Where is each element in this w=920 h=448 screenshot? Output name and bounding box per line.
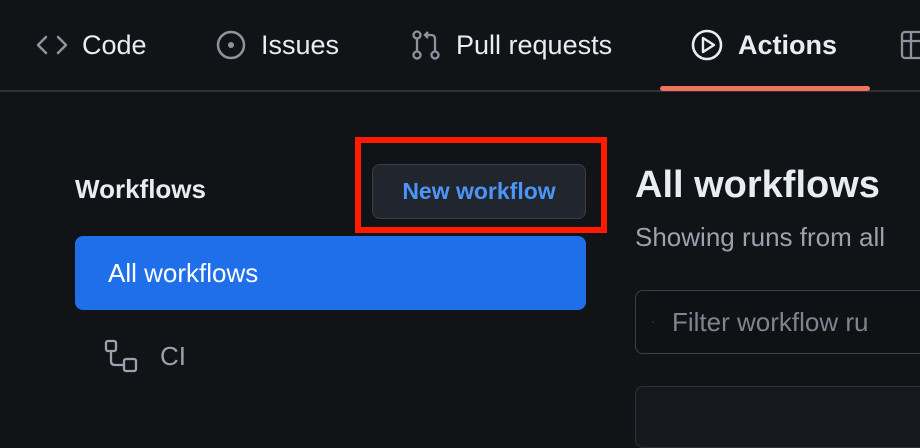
issue-icon (216, 30, 246, 60)
page-subtitle: Showing runs from all (635, 222, 885, 252)
pull-request-icon (412, 30, 440, 60)
tab-label: Issues (261, 29, 340, 60)
page-title: All workflows (635, 164, 880, 206)
sidebar-item-label: CI (160, 340, 186, 371)
tab-projects[interactable] (900, 0, 920, 90)
play-icon (691, 29, 723, 61)
tab-issues[interactable]: Issues (215, 0, 339, 90)
tab-label: Pull requests (456, 29, 613, 60)
filter-input[interactable] (670, 305, 920, 339)
workflow-icon (104, 339, 138, 373)
workflows-heading: Workflows (75, 174, 206, 204)
tab-code[interactable]: Code (36, 0, 147, 90)
search-icon (652, 321, 654, 323)
sidebar-item-label: All workflows (108, 257, 259, 288)
workflow-runs-panel (635, 386, 920, 448)
selected-tab-underline (660, 86, 870, 91)
sidebar-item-all-workflows[interactable]: All workflows (75, 236, 586, 310)
filter-workflow-runs[interactable] (635, 290, 920, 354)
table-icon (900, 30, 920, 60)
tab-label: Code (82, 29, 147, 60)
tab-actions[interactable]: Actions (690, 0, 837, 90)
tab-pull-requests[interactable]: Pull requests (410, 0, 612, 90)
new-workflow-button[interactable]: New workflow (372, 164, 586, 219)
tab-label: Actions (738, 29, 838, 60)
repo-nav: Code Issues Pull requests Actions (0, 0, 920, 92)
sidebar-item-ci[interactable]: CI (104, 336, 186, 376)
code-icon (36, 35, 68, 55)
